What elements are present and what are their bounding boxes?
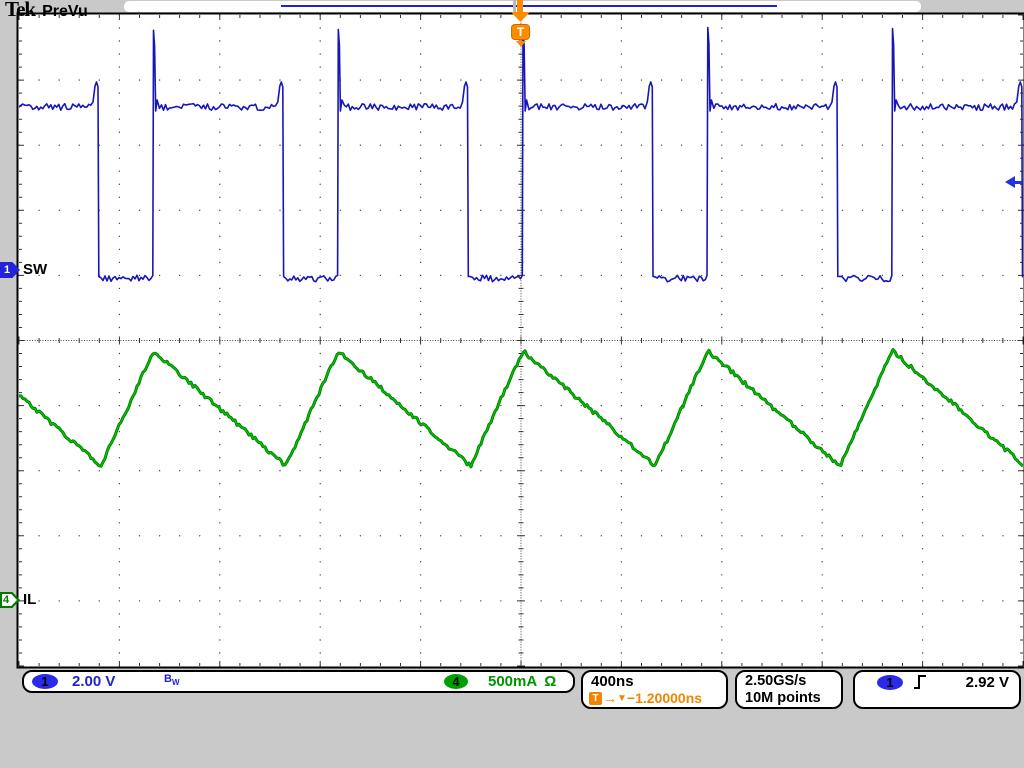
oscilloscope-screen: Tek PreVu T 1 SW 4 IL 1 2.00 V BW 4 500mA… [0, 0, 1024, 768]
sample-rate: 2.50GS/s [745, 673, 821, 690]
trigger-readout-box[interactable]: 1 2.92 V [853, 670, 1021, 709]
tek-logo: Tek [5, 0, 35, 21]
acquisition-readout: 2.50GS/s 10M points [745, 673, 821, 707]
timebase-readout: 400ns [591, 673, 634, 690]
rising-edge-icon [913, 674, 927, 691]
channel4-scale-readout: 500mAΩ [488, 673, 556, 690]
channel4-marker-number: 4 [3, 592, 17, 608]
channel-readout-box[interactable]: 1 2.00 V BW 4 500mAΩ [22, 670, 575, 693]
trigger-position-arrow-icon [513, 0, 516, 12]
record-window-indicator [281, 5, 777, 7]
trigger-flag[interactable]: T [511, 24, 530, 40]
trigger-delay-value: −1.20000ns [627, 690, 702, 706]
channel1-waveform-label: SW [23, 261, 47, 278]
trigger-marker-icon: ▼ [617, 693, 627, 704]
channel4-badge[interactable]: 4 [444, 674, 468, 689]
trigger-delay-readout: T→▼−1.20000ns [589, 690, 702, 706]
arrow-right-icon: → [603, 690, 617, 706]
trigger-level-arrow-tail [1014, 181, 1022, 184]
acquisition-readout-box[interactable]: 2.50GS/s 10M points [735, 670, 843, 709]
channel1-badge[interactable]: 1 [32, 674, 58, 689]
impedance-icon: Ω [544, 673, 556, 690]
trigger-level-readout: 2.92 V [966, 674, 1009, 691]
channel1-scale-readout: 2.00 V [72, 673, 115, 690]
trigger-source-badge[interactable]: 1 [877, 675, 903, 690]
horizontal-readout-box[interactable]: 400ns T→▼−1.20000ns [581, 670, 728, 709]
trigger-position-arrow-icon [517, 0, 523, 13]
trigger-t-icon: T [589, 692, 602, 705]
bandwidth-limit-icon: BW [164, 673, 180, 687]
channel4-waveform-label: IL [23, 591, 36, 608]
record-length: 10M points [745, 690, 821, 707]
acquisition-status: PreVu [42, 3, 88, 20]
header: Tek PreVu [5, 0, 88, 22]
graticule-and-waveforms [0, 0, 1024, 768]
